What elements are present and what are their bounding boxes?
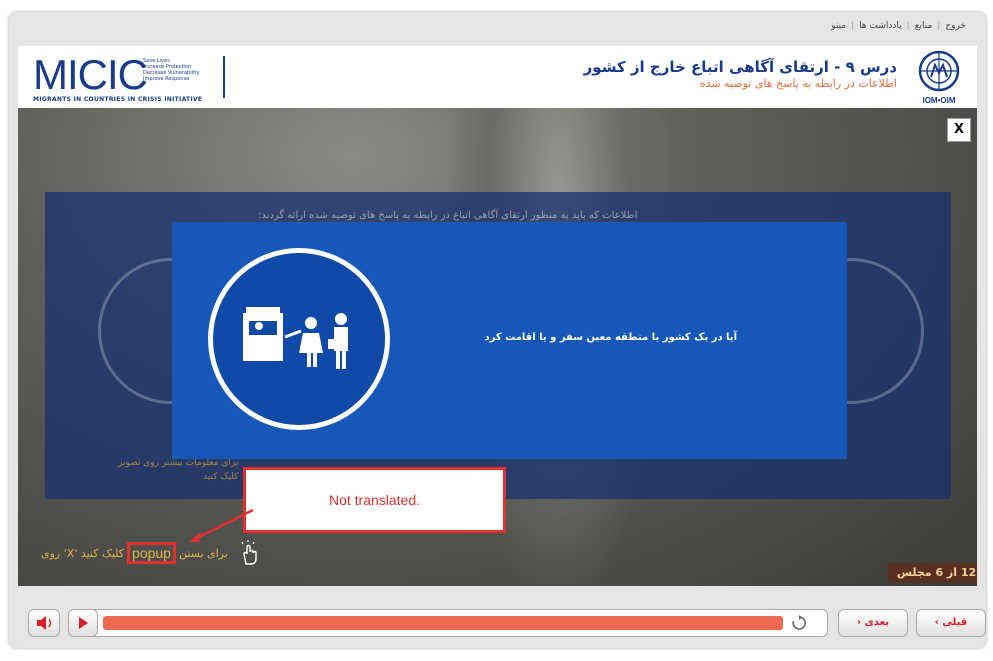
course-player: خروج | منابع | یادداشت ها | مینو MICIC S… [9,12,986,648]
previous-label: قبلی [942,617,968,628]
iom-label: IOM•OIM [922,96,955,105]
close-hint-after: برای بستن [178,546,228,560]
popup: آیا در یک کشور یا منطقه معین سفر و یا اق… [172,222,847,459]
menu-resources[interactable]: منابع [915,21,933,31]
header: MICIC Save Lives Increase Protection Dec… [18,46,977,108]
micic-logo: MICIC Save Lives Increase Protection Dec… [33,54,203,104]
lesson-title-block: درس ۹ - ارتقای آگاهی اتباع خارج از کشور … [584,58,897,90]
micic-subtitle: MIGRANTS IN COUNTRIES IN CRISIS INITIATI… [33,96,203,103]
close-hint-word: popup [127,542,176,564]
play-icon [79,617,88,629]
close-hint-before: کلیک کنید 'X' روی [41,546,125,560]
top-menu: خروج | منابع | یادداشت ها | مینو [831,21,966,31]
player-controls: بعدی ‹ قبلی › [18,597,986,637]
previous-button[interactable]: قبلی › [916,609,986,637]
speaker-icon [37,616,52,630]
un-emblem-icon: IOM•OIM [918,50,960,105]
background-heading: اطلاعات که باید به منظور ارتقای آگاهی ات… [258,210,638,221]
menu-notes[interactable]: یادداشت ها [859,21,902,31]
next-button[interactable]: بعدی ‹ [838,609,908,637]
volume-button[interactable] [28,609,60,637]
iom-logo: IOM•OIM [911,49,967,107]
lesson-subtitle: اطلاعات در رابطه به پاسخ های توصیه شده [699,77,897,90]
replay-button[interactable] [791,615,807,631]
border-crossing-icon [208,248,390,430]
hand-pointer-icon [241,540,257,565]
menu-exit[interactable]: خروج [945,21,966,31]
header-divider [223,56,225,98]
menu-main[interactable]: مینو [831,21,846,31]
play-button[interactable] [68,609,98,637]
lesson-title: درس ۹ - ارتقای آگاهی اتباع خارج از کشور [583,58,897,76]
annotation-note: Not translated. [243,467,506,533]
hint-line: کلیک کنید [203,472,239,482]
slide-counter: 12 از 6 مجلس [888,563,977,583]
travel-icon [243,307,348,369]
replay-icon [792,615,806,630]
menu-separator: | [937,21,941,31]
tagline-line: Improve Response [143,76,190,82]
close-popup-button[interactable]: X [947,118,971,142]
micic-tagline: Save Lives Increase Protection Decrease … [143,58,199,82]
close-hint: برای بستن popup کلیک کنید 'X' روی [41,540,262,566]
background-hint: برای معلومات بیشتر روی تصویر کلیک کنید [118,456,238,484]
menu-separator: | [851,21,855,31]
progress-bar[interactable] [103,616,783,630]
next-label: بعدی [864,617,889,628]
menu-separator: | [906,21,910,31]
popup-text: آیا در یک کشور یا منطقه معین سفر و یا اق… [484,332,738,343]
